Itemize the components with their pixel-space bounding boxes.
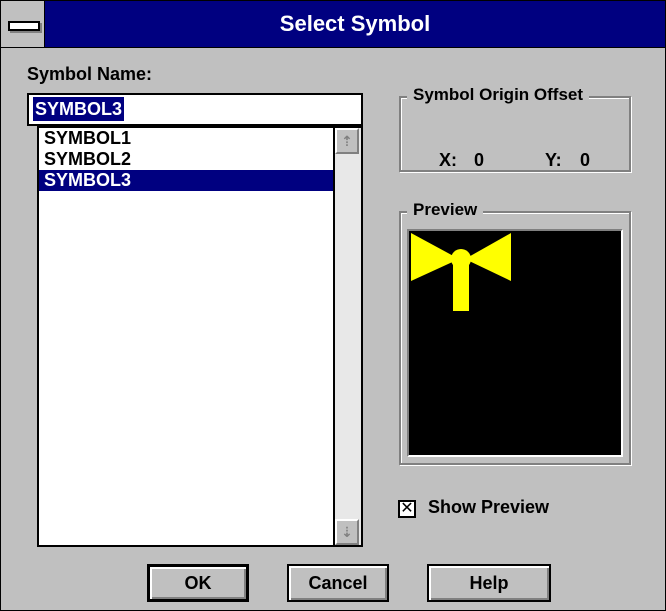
show-preview-label[interactable]: Show Preview [428, 497, 549, 518]
listbox-scrollbar[interactable]: ⇡ ⇣ [333, 128, 361, 545]
antenna-symbol-icon [411, 233, 511, 311]
symbol-preview-image [411, 233, 511, 311]
symbol-name-value: SYMBOL3 [33, 97, 125, 121]
system-menu-button[interactable] [1, 1, 45, 47]
origin-offset-group: Symbol Origin Offset X: 0 Y: 0 [399, 85, 631, 172]
x-offset-value: 0 [474, 150, 485, 170]
select-symbol-dialog: Select Symbol Symbol Name: SYMBOL3 SYMBO… [0, 0, 666, 611]
ok-button[interactable]: OK [147, 564, 249, 602]
title-bar[interactable]: Select Symbol [1, 1, 665, 48]
arrow-up-icon: ⇡ [341, 132, 353, 149]
arrow-down-icon: ⇣ [341, 523, 353, 540]
scroll-down-button[interactable]: ⇣ [335, 519, 359, 545]
preview-canvas [407, 229, 623, 457]
list-item[interactable]: SYMBOL3 [39, 170, 333, 191]
system-menu-icon [8, 21, 40, 31]
symbol-name-input[interactable]: SYMBOL3 [27, 93, 363, 126]
x-offset-label: X: [439, 150, 457, 170]
scroll-up-button[interactable]: ⇡ [335, 128, 359, 154]
show-preview-checkbox[interactable]: ✕ [398, 500, 416, 518]
list-item[interactable]: SYMBOL1 [39, 128, 333, 149]
cancel-button[interactable]: Cancel [287, 564, 389, 602]
preview-legend: Preview [407, 200, 484, 220]
checkbox-check-icon: ✕ [400, 500, 414, 517]
window-title: Select Symbol [279, 11, 431, 36]
symbol-listbox[interactable]: SYMBOL1 SYMBOL2 SYMBOL3 ⇡ ⇣ [37, 126, 363, 547]
y-offset-value: 0 [580, 150, 591, 170]
origin-offset-legend: Symbol Origin Offset [407, 85, 590, 105]
help-button[interactable]: Help [427, 564, 551, 602]
list-item[interactable]: SYMBOL2 [39, 149, 333, 170]
symbol-name-label: Symbol Name: [27, 64, 153, 84]
y-offset-label: Y: [545, 150, 562, 170]
symbol-list: SYMBOL1 SYMBOL2 SYMBOL3 [39, 128, 333, 191]
